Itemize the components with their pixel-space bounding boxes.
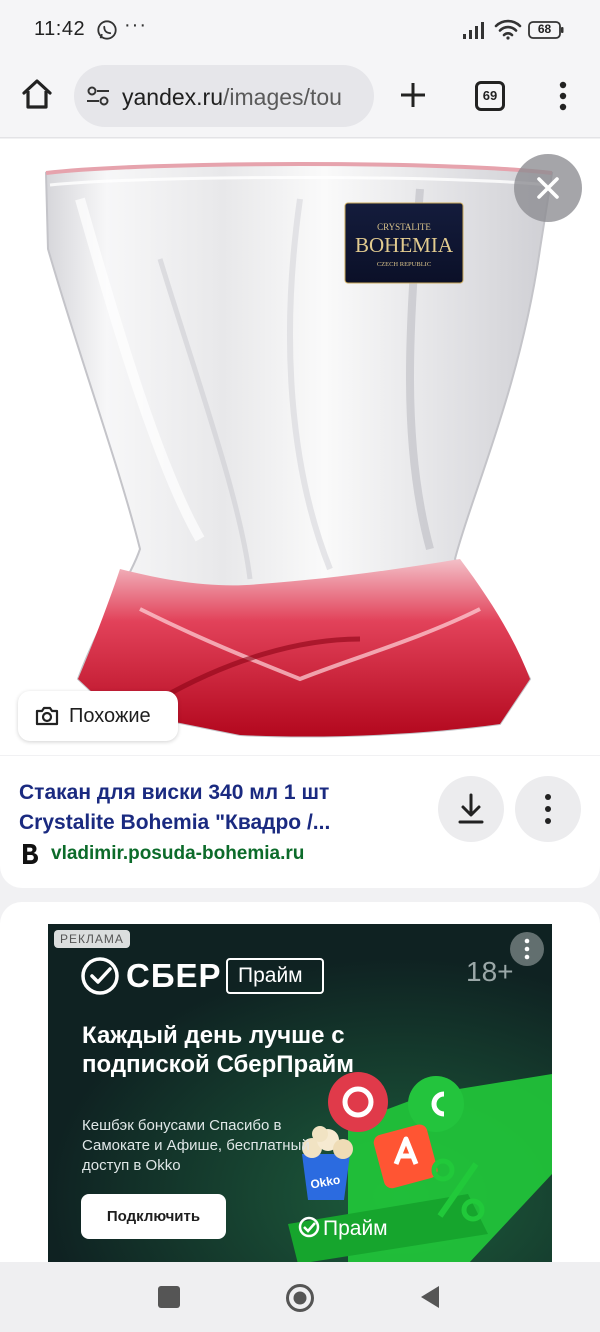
menu-dots-icon[interactable]	[555, 80, 571, 112]
address-bar[interactable]: yandex.ru/images/tou	[74, 65, 374, 127]
ad-subscribe-button[interactable]: Подключить	[81, 1194, 226, 1239]
url-domain: yandex.ru	[122, 84, 224, 110]
camera-search-icon	[35, 706, 59, 726]
battery-level: 68	[537, 22, 552, 36]
ad-label: РЕКЛАМА	[54, 930, 130, 948]
wifi-icon	[494, 19, 522, 40]
ad-prime-badge: Прайм	[226, 958, 324, 994]
ad-age-rating: 18+	[466, 956, 514, 987]
result-source-link[interactable]: vladimir.posuda-bohemia.ru	[51, 843, 304, 865]
site-settings-icon[interactable]	[86, 85, 110, 107]
ad-menu-button[interactable]	[510, 932, 544, 966]
status-time: 11:42	[34, 18, 86, 40]
url-path: /images/tou	[223, 84, 342, 110]
download-icon	[458, 793, 484, 824]
more-vertical-icon	[524, 938, 530, 960]
download-button[interactable]	[438, 776, 504, 842]
glass-image[interactable]: CRYSTALITE BOHEMIA CZECH REPUBLIC	[0, 139, 600, 755]
system-nav-bar	[0, 1262, 600, 1332]
more-options-button[interactable]	[515, 776, 581, 842]
close-icon	[537, 177, 559, 199]
ribbon-label: Прайм	[323, 1217, 388, 1240]
yandex-b-icon	[23, 844, 38, 864]
plus-icon[interactable]	[398, 80, 428, 110]
browser-toolbar: yandex.ru/images/tou 69	[0, 60, 600, 138]
similar-label: Похожие	[69, 705, 151, 727]
status-more-icon: ···	[124, 14, 147, 36]
whatsapp-icon	[97, 20, 117, 40]
more-vertical-icon	[545, 794, 551, 824]
similar-button[interactable]: Похожие	[18, 691, 178, 741]
label-brand-small: CRYSTALITE	[377, 222, 431, 232]
label-brand: BOHEMIA	[355, 233, 454, 257]
recent-apps-icon[interactable]	[158, 1286, 180, 1308]
url-text[interactable]: yandex.ru/images/tou	[122, 84, 342, 111]
ad-body: Кешбэк бонусами Спасибо в Самокате и Афи…	[82, 1117, 310, 1174]
home-icon[interactable]	[20, 77, 54, 111]
ad-banner[interactable]: Okko Прайм РЕКЛАМА СБЕР Прайм 18+ Каждый…	[48, 924, 552, 1264]
ad-card: Okko Прайм РЕКЛАМА СБЕР Прайм 18+ Каждый…	[0, 902, 600, 1282]
label-country: CZECH REPUBLIC	[377, 261, 431, 268]
home-circle-icon[interactable]	[285, 1283, 315, 1313]
result-title[interactable]: Стакан для виски 340 мл 1 шт Crystalite …	[19, 778, 419, 838]
back-icon[interactable]	[418, 1284, 442, 1310]
tab-switcher-button[interactable]: 69	[475, 81, 505, 111]
ad-brand: СБЕР	[126, 957, 222, 994]
ad-headline: Каждый день лучше с подпиской СберПрайм	[82, 1022, 355, 1078]
signal-icon	[463, 22, 484, 39]
image-viewer: CRYSTALITE BOHEMIA CZECH REPUBLIC Похожи…	[0, 139, 600, 755]
status-bar: 11:42 ··· 68	[0, 0, 600, 60]
result-card: Стакан для виски 340 мл 1 шт Crystalite …	[0, 756, 600, 888]
close-button[interactable]	[514, 154, 582, 222]
